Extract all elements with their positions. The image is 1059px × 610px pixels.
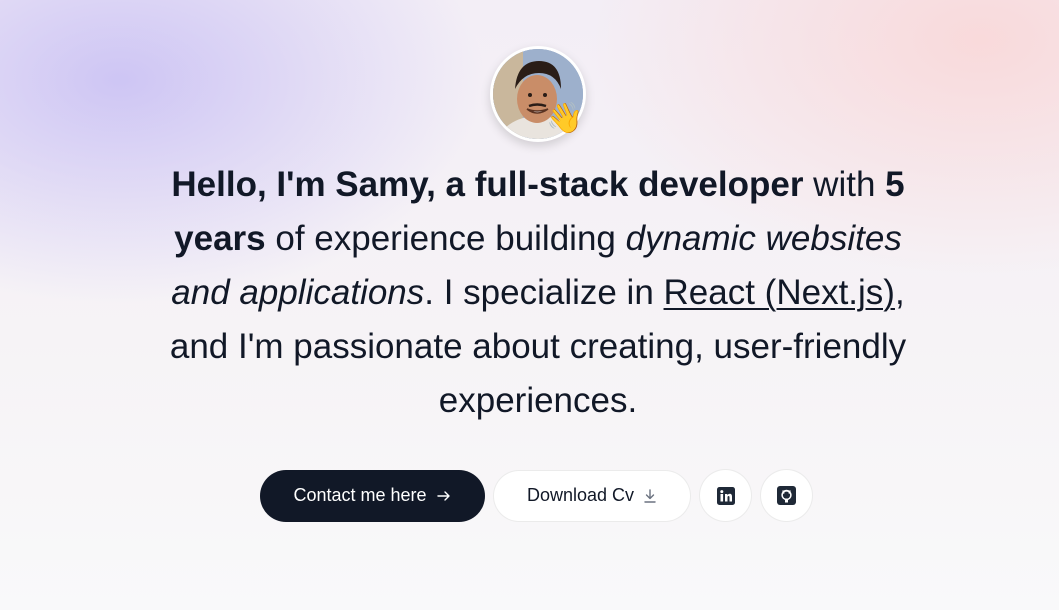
intro-name: Hello, I'm Samy, a full-stack developer [171, 165, 804, 204]
github-icon [777, 486, 796, 505]
download-cv-button[interactable]: Download Cv [493, 469, 691, 522]
linkedin-button[interactable] [699, 469, 752, 522]
waving-hand-icon: 👋 [546, 101, 584, 136]
intro-part: . I specialize in [424, 273, 664, 312]
contact-button-label: Contact me here [293, 485, 427, 505]
download-icon [643, 488, 657, 504]
intro-text: Hello, I'm Samy, a full-stack developer … [150, 158, 926, 428]
intro-stack: React (Next.js) [663, 273, 895, 312]
arrow-right-icon [436, 488, 452, 504]
contact-button[interactable]: Contact me here [260, 469, 485, 522]
hero-section: 👋 Hello, I'm Samy, a full-stack develope… [0, 0, 1059, 610]
intro-part: with [803, 165, 886, 204]
avatar: 👋 [490, 46, 586, 142]
hero-actions: Contact me here Download Cv [260, 469, 821, 522]
github-button[interactable] [760, 469, 813, 522]
intro-part: of experience building [265, 219, 626, 258]
linkedin-icon [716, 486, 735, 505]
download-cv-label: Download Cv [526, 485, 635, 505]
